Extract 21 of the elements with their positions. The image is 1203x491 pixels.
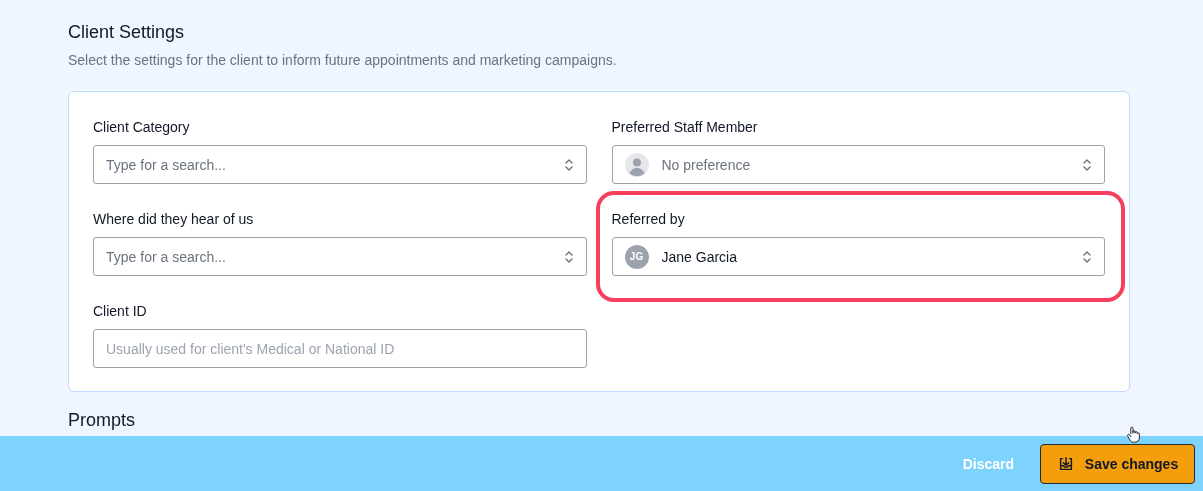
select-field[interactable]: Type for a search... [93, 237, 587, 276]
select-field[interactable]: No preference [611, 145, 1105, 184]
initials-avatar: JG [624, 244, 649, 269]
field-label: Referred by [611, 210, 686, 228]
person-avatar-icon [624, 152, 649, 177]
save-button[interactable]: Save changes [1040, 443, 1195, 484]
input-field[interactable]: Usually used for client's Medical or National ID [93, 329, 587, 368]
select-placeholder: Type for a search... [106, 248, 227, 265]
select-field[interactable]: JG Jane Garcia [611, 237, 1105, 276]
select-placeholder: No preference [661, 156, 752, 173]
section-title: Client Settings [68, 21, 186, 44]
section-description: Select the settings for the client to inform future appointments and marketing campaigns. [68, 51, 618, 70]
field-label: Client Category [93, 118, 191, 136]
section-title: Prompts [68, 409, 137, 432]
field-label: Preferred Staff Member [611, 118, 759, 136]
field-label: Client ID [93, 302, 148, 320]
field-label: Where did they hear of us [93, 210, 255, 228]
select-placeholder: Type for a search... [106, 156, 227, 173]
select-value: Jane Garcia [661, 248, 738, 265]
select-field[interactable]: Type for a search... [93, 145, 587, 184]
hand-cursor-icon [1126, 426, 1141, 444]
